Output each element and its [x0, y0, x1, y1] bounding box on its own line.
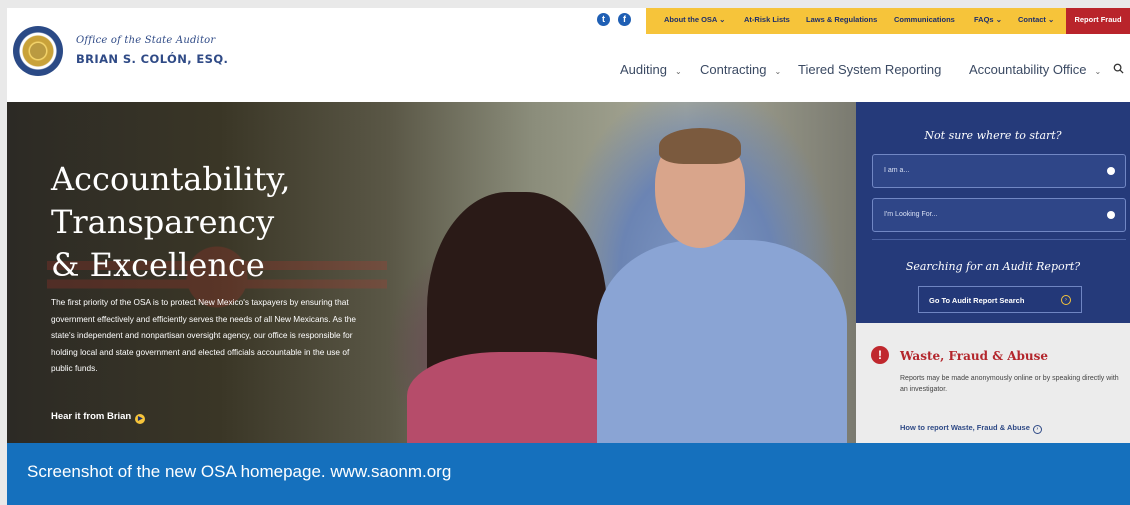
- looking-for-select[interactable]: I'm Looking For...: [872, 198, 1126, 232]
- waste-fraud-abuse-section: ! Waste, Fraud & Abuse Reports may be ma…: [856, 323, 1130, 443]
- state-seal-logo[interactable]: [13, 26, 63, 76]
- chevron-down-icon: ⌄: [1048, 15, 1055, 24]
- browser-frame: Office of the State Auditor BRIAN S. COL…: [7, 8, 1130, 505]
- divider: [872, 239, 1126, 240]
- topnav-faqs[interactable]: FAQs ⌄: [974, 15, 1002, 24]
- dropdown-dot-icon: [1107, 211, 1115, 219]
- waste-fraud-text: Reports may be made anonymously online o…: [900, 375, 1119, 393]
- topnav-communications[interactable]: Communications: [894, 15, 955, 24]
- chevron-down-icon: ⌄: [995, 15, 1002, 24]
- topnav-at-risk-lists[interactable]: At-Risk Lists: [744, 15, 790, 24]
- alert-icon: !: [871, 346, 889, 364]
- topnav-laws-regulations[interactable]: Laws & Regulations: [806, 15, 877, 24]
- hear-from-brian-link[interactable]: Hear it from Brian ▶: [51, 411, 146, 424]
- topnav-contact[interactable]: Contact ⌄: [1018, 15, 1054, 24]
- chevron-down-icon: ⌄: [719, 15, 726, 24]
- topnav-about[interactable]: About the OSA ⌄: [664, 15, 725, 24]
- panel-heading: Not sure where to start?: [924, 129, 1062, 142]
- quick-start-panel: Not sure where to start? I am a... I'm L…: [856, 102, 1130, 323]
- play-icon: ▶: [135, 414, 146, 424]
- caption-text: Screenshot of the new OSA homepage. www.…: [27, 462, 452, 481]
- report-waste-link[interactable]: How to report Waste, Fraud & Abuse ›: [900, 423, 1042, 434]
- waste-fraud-title: Waste, Fraud & Abuse: [900, 349, 1049, 363]
- nav-auditing[interactable]: Auditing ⌄: [620, 62, 682, 77]
- utility-nav: About the OSA ⌄ At-Risk Lists Laws & Reg…: [646, 8, 1066, 34]
- chevron-down-icon: ⌄: [674, 67, 682, 76]
- caption-bar: Screenshot of the new OSA homepage. www.…: [7, 443, 1130, 505]
- audit-search-heading: Searching for an Audit Report?: [905, 260, 1081, 273]
- nav-contracting[interactable]: Contracting ⌄: [700, 62, 781, 77]
- arrow-right-icon: ›: [1032, 425, 1042, 434]
- chevron-down-icon: ⌄: [774, 67, 782, 76]
- report-fraud-button[interactable]: Report Fraud: [1066, 8, 1130, 34]
- arrow-right-icon: ›: [1061, 295, 1071, 305]
- hero-photo-auditor: [597, 240, 847, 443]
- hero-description: The first priority of the OSA is to prot…: [51, 297, 356, 373]
- twitter-icon[interactable]: t: [597, 13, 610, 26]
- auditor-name: BRIAN S. COLÓN, ESQ.: [76, 52, 229, 66]
- office-title: Office of the State Auditor: [76, 35, 216, 46]
- dropdown-dot-icon: [1107, 167, 1115, 175]
- site-header: Office of the State Auditor BRIAN S. COL…: [7, 8, 1130, 102]
- i-am-a-select[interactable]: I am a...: [872, 154, 1126, 188]
- nav-accountability-office[interactable]: Accountability Office ⌄: [969, 62, 1101, 77]
- hero-title: Accountability, Transparency & Excellenc…: [51, 160, 291, 284]
- hero-banner: Accountability, Transparency & Excellenc…: [7, 102, 856, 443]
- audit-report-search-button[interactable]: Go To Audit Report Search ›: [918, 286, 1082, 313]
- search-icon[interactable]: [1113, 63, 1124, 74]
- facebook-icon[interactable]: f: [618, 13, 631, 26]
- nav-tiered-system-reporting[interactable]: Tiered System Reporting: [798, 62, 941, 77]
- chevron-down-icon: ⌄: [1094, 67, 1102, 76]
